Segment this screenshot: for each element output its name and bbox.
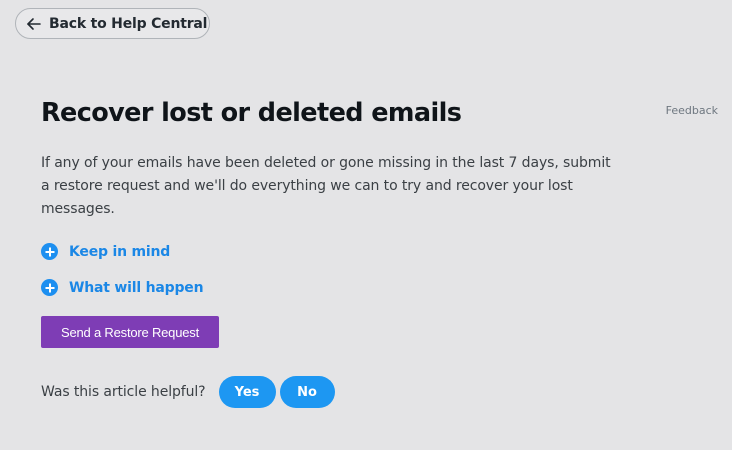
helpful-no-button[interactable]: No	[279, 376, 335, 408]
page-title: Recover lost or deleted emails	[41, 98, 462, 128]
accordion-what-will-happen[interactable]: What will happen	[41, 279, 204, 296]
plus-circle-icon	[41, 279, 58, 296]
back-button-label: Back to Help Central	[49, 15, 208, 32]
helpful-question: Was this article helpful?	[41, 384, 206, 400]
accordion-label: What will happen	[69, 279, 204, 296]
plus-circle-icon	[41, 243, 58, 260]
feedback-link[interactable]: Feedback	[666, 104, 718, 117]
back-to-help-central-button[interactable]: Back to Help Central	[15, 8, 210, 39]
article-helpful-prompt: Was this article helpful? Yes No	[41, 376, 339, 408]
arrow-left-icon	[26, 16, 42, 32]
article-intro: If any of your emails have been deleted …	[41, 155, 611, 217]
helpful-yes-button[interactable]: Yes	[218, 376, 276, 408]
send-restore-request-button[interactable]: Send a Restore Request	[41, 316, 219, 348]
accordion-label: Keep in mind	[69, 243, 171, 260]
accordion-keep-in-mind[interactable]: Keep in mind	[41, 243, 170, 260]
